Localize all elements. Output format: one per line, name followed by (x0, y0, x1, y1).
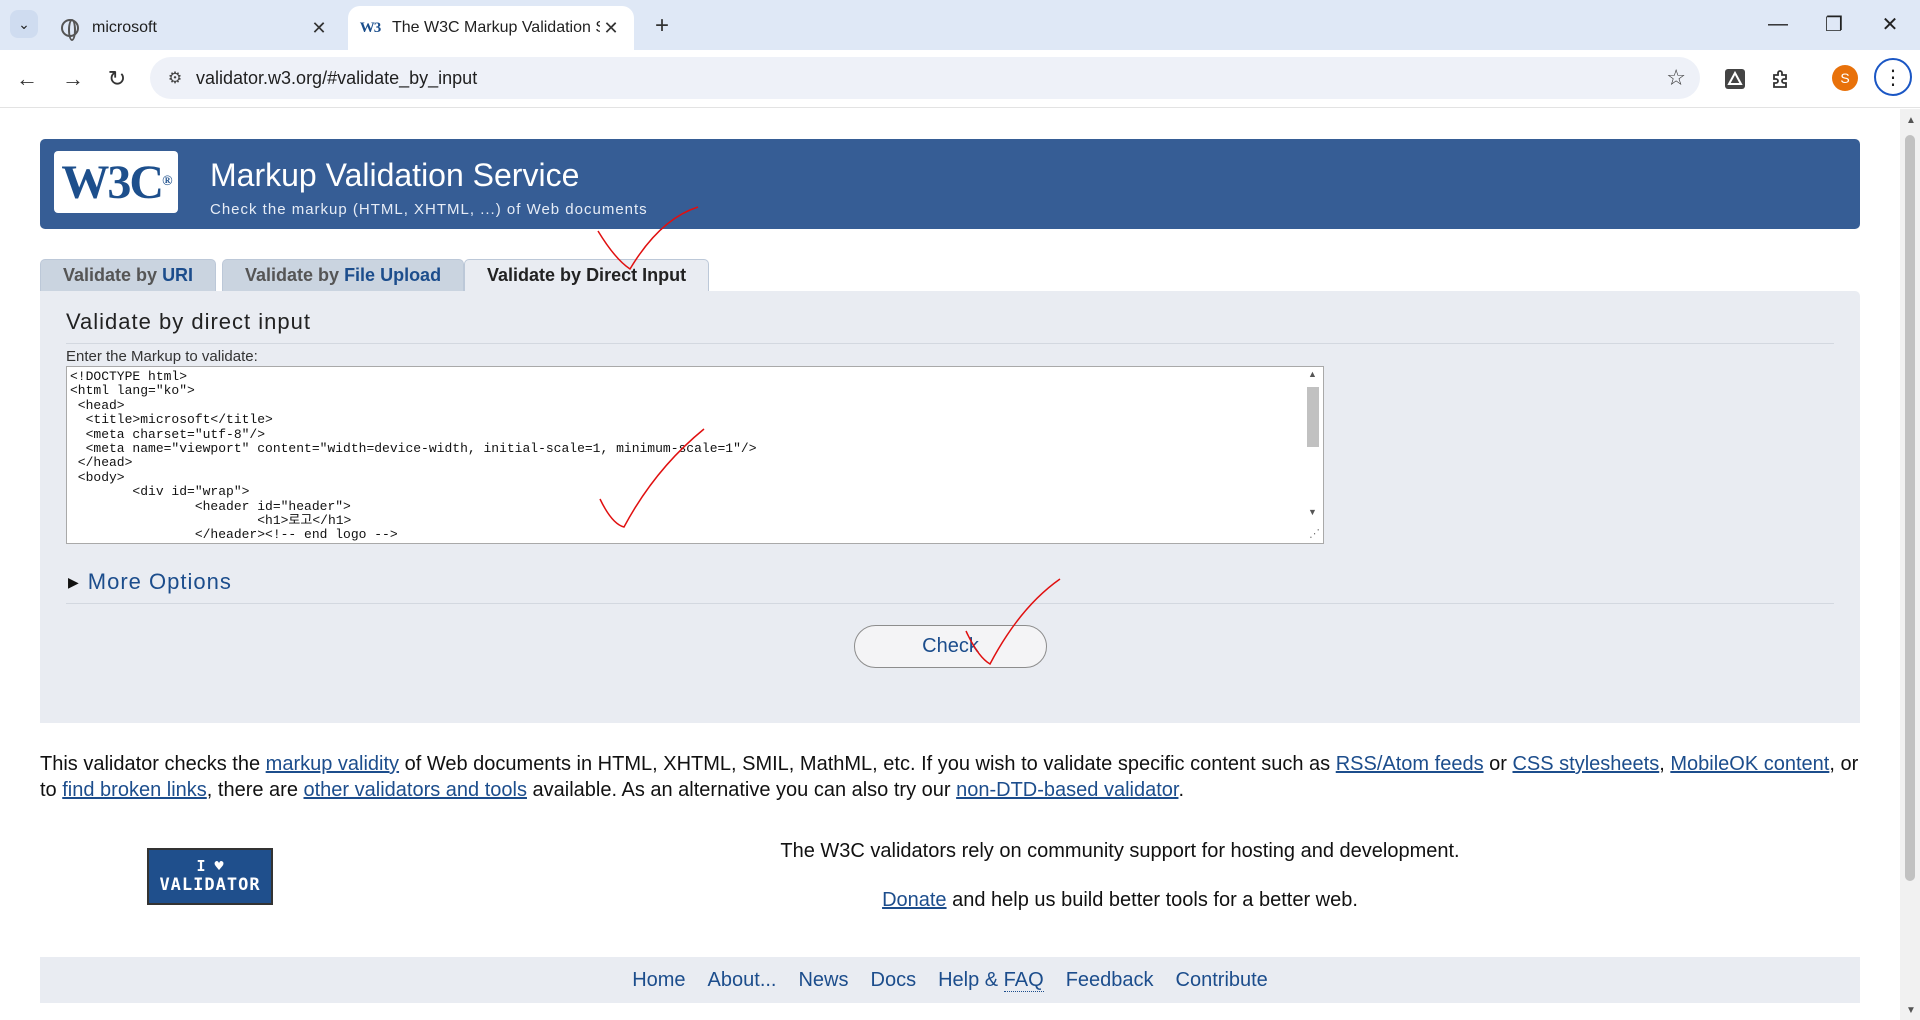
page-viewport: W3C ® Markup Validation Service Check the… (0, 109, 1900, 1020)
markup-text[interactable]: <!DOCTYPE html> <html lang="ko"> <head> … (70, 369, 757, 543)
url-text[interactable]: validator.w3.org/#validate_by_input (196, 68, 477, 89)
footer-link-help-faq[interactable]: Help & FAQ (938, 968, 1044, 992)
scroll-down-arrow-icon[interactable]: ▼ (1906, 1005, 1916, 1016)
window-close-icon[interactable]: ✕ (1872, 8, 1908, 40)
browser-tab-strip: ⌄ microsoft ✕ W3 The W3C Markup Validati… (0, 0, 1920, 50)
footer-link-about[interactable]: About... (708, 969, 777, 992)
footer-link-home[interactable]: Home (632, 969, 685, 992)
browser-tab-w3c-validator[interactable]: W3 The W3C Markup Validation Service ✕ (348, 6, 634, 50)
globe-icon (60, 18, 80, 41)
markup-field-label: Enter the Markup to validate: (66, 348, 258, 365)
tab-title: The W3C Markup Validation Service (392, 19, 600, 36)
tab-close-icon[interactable]: ✕ (308, 17, 330, 39)
page-scrollbar[interactable]: ▲ ▼ (1900, 109, 1920, 1020)
link-find-broken-links[interactable]: find broken links (62, 779, 207, 801)
tab-validate-by-uri[interactable]: Validate by URI (40, 259, 217, 291)
divider (66, 603, 1834, 604)
new-tab-plus-icon[interactable]: + (648, 12, 676, 40)
link-markup-validity[interactable]: markup validity (266, 753, 399, 775)
bookmark-star-icon[interactable]: ☆ (1666, 65, 1686, 91)
triangle-right-icon: ▶ (68, 573, 80, 590)
tab-validate-by-direct-input[interactable]: Validate by Direct Input (464, 259, 710, 291)
markup-textarea[interactable]: <!DOCTYPE html> <html lang="ko"> <head> … (66, 366, 1324, 544)
panel-heading: Validate by direct input (66, 309, 311, 334)
resize-grip-icon[interactable]: ⋰ (1309, 527, 1320, 540)
link-mobileok-content[interactable]: MobileOK content (1670, 753, 1829, 775)
page-subtitle: Check the markup (HTML, XHTML, ...) of W… (210, 201, 648, 218)
back-arrow-icon[interactable]: ← (10, 62, 44, 96)
intro-paragraph: This validator checks the markup validit… (40, 753, 1859, 801)
i-love-validator-badge[interactable]: I ♥ VALIDATOR (147, 848, 273, 905)
scroll-up-arrow-icon[interactable]: ▲ (1906, 115, 1916, 126)
tab-title: microsoft (92, 19, 157, 36)
extension-triangle-icon[interactable] (1718, 62, 1752, 96)
footer-navigation: Home About... News Docs Help & FAQ Feedb… (40, 957, 1860, 1003)
footer-link-news[interactable]: News (798, 969, 848, 992)
more-options-toggle[interactable]: ▶ More Options (68, 569, 232, 595)
w3c-banner: W3C ® Markup Validation Service Check the… (40, 139, 1860, 229)
link-css-stylesheets[interactable]: CSS stylesheets (1512, 753, 1659, 775)
scroll-down-arrow-icon[interactable]: ▼ (1308, 507, 1317, 517)
forward-arrow-icon[interactable]: → (56, 62, 90, 96)
support-text: The W3C validators rely on community sup… (780, 840, 1460, 911)
scroll-thumb[interactable] (1905, 135, 1915, 881)
reload-icon[interactable]: ↻ (100, 62, 134, 96)
scroll-thumb[interactable] (1307, 387, 1319, 447)
direct-input-panel: Validate by direct input Enter the Marku… (40, 291, 1860, 723)
browser-menu-kebab-icon[interactable]: ⋮ (1874, 58, 1912, 96)
window-minimize-icon[interactable]: — (1760, 8, 1796, 40)
footer-link-feedback[interactable]: Feedback (1066, 969, 1154, 992)
site-info-tune-icon[interactable]: ⚙ (164, 67, 186, 89)
page-title: Markup Validation Service (210, 157, 580, 193)
window-restore-icon[interactable]: ❐ (1816, 8, 1852, 40)
textarea-scrollbar[interactable]: ▲ ▼ ⋰ (1303, 367, 1323, 543)
tab-search-chevron-icon[interactable]: ⌄ (10, 10, 38, 38)
browser-tab-microsoft[interactable]: microsoft ✕ (48, 6, 342, 50)
link-non-dtd-validator[interactable]: non-DTD-based validator (956, 779, 1178, 801)
footer-link-contribute[interactable]: Contribute (1176, 969, 1268, 992)
browser-toolbar: ← → ↻ ⚙ validator.w3.org/#validate_by_in… (0, 50, 1920, 108)
address-bar[interactable]: ⚙ validator.w3.org/#validate_by_input ☆ (150, 57, 1700, 99)
link-rss-atom-feeds[interactable]: RSS/Atom feeds (1336, 753, 1484, 775)
divider (66, 343, 1834, 344)
scroll-up-arrow-icon[interactable]: ▲ (1308, 369, 1317, 379)
donate-link[interactable]: Donate (882, 889, 947, 911)
profile-avatar[interactable]: S (1832, 65, 1858, 91)
check-button[interactable]: Check (854, 625, 1047, 668)
w3c-logo[interactable]: W3C ® (54, 151, 178, 213)
link-other-validators[interactable]: other validators and tools (304, 779, 527, 801)
tab-close-icon[interactable]: ✕ (600, 17, 622, 39)
tab-validate-by-file-upload[interactable]: Validate by File Upload (222, 259, 465, 291)
extensions-puzzle-icon[interactable] (1764, 62, 1798, 96)
footer-link-docs[interactable]: Docs (871, 969, 917, 992)
w3c-favicon-icon: W3 (359, 19, 381, 36)
